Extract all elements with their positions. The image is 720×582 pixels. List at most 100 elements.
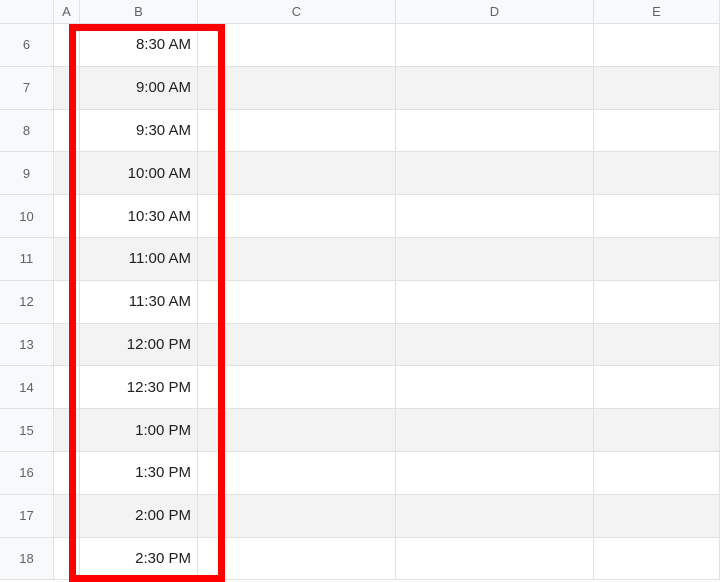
row-header-12[interactable]: 12: [0, 281, 54, 324]
column-header-B[interactable]: B: [80, 0, 198, 24]
cell-D17[interactable]: [396, 495, 594, 538]
cell-E15[interactable]: [594, 409, 720, 452]
cell-B10[interactable]: 10:30 AM: [80, 195, 198, 238]
cell-C7[interactable]: [198, 67, 396, 110]
cell-A8[interactable]: [54, 110, 80, 153]
cell-D10[interactable]: [396, 195, 594, 238]
cell-B6[interactable]: 8:30 AM: [80, 24, 198, 67]
cell-D15[interactable]: [396, 409, 594, 452]
cell-C6[interactable]: [198, 24, 396, 67]
cell-E11[interactable]: [594, 238, 720, 281]
cell-D16[interactable]: [396, 452, 594, 495]
cell-B13[interactable]: 12:00 PM: [80, 324, 198, 367]
row-header-14[interactable]: 14: [0, 366, 54, 409]
cell-E6[interactable]: [594, 24, 720, 67]
cell-D6[interactable]: [396, 24, 594, 67]
table-row: 18 2:30 PM: [0, 538, 720, 581]
cell-D7[interactable]: [396, 67, 594, 110]
cell-B15[interactable]: 1:00 PM: [80, 409, 198, 452]
table-row: 9 10:00 AM: [0, 152, 720, 195]
row-header-9[interactable]: 9: [0, 152, 54, 195]
cell-E13[interactable]: [594, 324, 720, 367]
cell-A16[interactable]: [54, 452, 80, 495]
cell-B18[interactable]: 2:30 PM: [80, 538, 198, 581]
cell-B12[interactable]: 11:30 AM: [80, 281, 198, 324]
cell-A13[interactable]: [54, 324, 80, 367]
cell-D18[interactable]: [396, 538, 594, 581]
row-header-15[interactable]: 15: [0, 409, 54, 452]
cell-C15[interactable]: [198, 409, 396, 452]
cell-A7[interactable]: [54, 67, 80, 110]
cell-E12[interactable]: [594, 281, 720, 324]
cell-D14[interactable]: [396, 366, 594, 409]
cell-E7[interactable]: [594, 67, 720, 110]
cell-D8[interactable]: [396, 110, 594, 153]
cell-A12[interactable]: [54, 281, 80, 324]
column-header-E[interactable]: E: [594, 0, 720, 24]
cell-D13[interactable]: [396, 324, 594, 367]
cell-A18[interactable]: [54, 538, 80, 581]
column-header-C[interactable]: C: [198, 0, 396, 24]
cell-E8[interactable]: [594, 110, 720, 153]
cell-E10[interactable]: [594, 195, 720, 238]
cell-A9[interactable]: [54, 152, 80, 195]
table-row: 12 11:30 AM: [0, 281, 720, 324]
cell-A15[interactable]: [54, 409, 80, 452]
cell-A14[interactable]: [54, 366, 80, 409]
cell-C9[interactable]: [198, 152, 396, 195]
cell-B7[interactable]: 9:00 AM: [80, 67, 198, 110]
table-row: 15 1:00 PM: [0, 409, 720, 452]
cell-C10[interactable]: [198, 195, 396, 238]
cell-A11[interactable]: [54, 238, 80, 281]
column-header-row: ABCDE: [0, 0, 720, 24]
table-row: 14 12:30 PM: [0, 366, 720, 409]
table-row: 16 1:30 PM: [0, 452, 720, 495]
cell-E16[interactable]: [594, 452, 720, 495]
cell-E14[interactable]: [594, 366, 720, 409]
spreadsheet-viewport: ABCDE 68:30 AM79:00 AM89:30 AM910:00 AM1…: [0, 0, 720, 581]
cell-C12[interactable]: [198, 281, 396, 324]
cell-C18[interactable]: [198, 538, 396, 581]
cell-B8[interactable]: 9:30 AM: [80, 110, 198, 153]
cell-D11[interactable]: [396, 238, 594, 281]
cell-D9[interactable]: [396, 152, 594, 195]
cell-B14[interactable]: 12:30 PM: [80, 366, 198, 409]
table-row: 10 10:30 AM: [0, 195, 720, 238]
row-header-13[interactable]: 13: [0, 324, 54, 367]
cell-C8[interactable]: [198, 110, 396, 153]
row-header-18[interactable]: 18: [0, 538, 54, 581]
column-header-D[interactable]: D: [396, 0, 594, 24]
row-header-17[interactable]: 17: [0, 495, 54, 538]
cell-B11[interactable]: 11:00 AM: [80, 238, 198, 281]
table-row: 7 9:00 AM: [0, 67, 720, 110]
grid-body: 6 8:30 AM 7 9:00 AM 8 9:30 AM 9 10:00 AM 10 10:30…: [0, 24, 720, 580]
row-header-10[interactable]: 10: [0, 195, 54, 238]
row-header-6[interactable]: 6: [0, 24, 54, 67]
cell-D12[interactable]: [396, 281, 594, 324]
cell-E17[interactable]: [594, 495, 720, 538]
cell-A6[interactable]: [54, 24, 80, 67]
cell-B17[interactable]: 2:00 PM: [80, 495, 198, 538]
cell-A10[interactable]: [54, 195, 80, 238]
table-row: 17 2:00 PM: [0, 495, 720, 538]
cell-B16[interactable]: 1:30 PM: [80, 452, 198, 495]
cell-E9[interactable]: [594, 152, 720, 195]
cell-A17[interactable]: [54, 495, 80, 538]
row-header-8[interactable]: 8: [0, 110, 54, 153]
table-row: 6 8:30 AM: [0, 24, 720, 67]
row-header-16[interactable]: 16: [0, 452, 54, 495]
table-row: 11 11:00 AM: [0, 238, 720, 281]
column-header-A[interactable]: A: [54, 0, 80, 24]
table-row: 8 9:30 AM: [0, 110, 720, 153]
cell-E18[interactable]: [594, 538, 720, 581]
row-header-11[interactable]: 11: [0, 238, 54, 281]
cell-C14[interactable]: [198, 366, 396, 409]
cell-C11[interactable]: [198, 238, 396, 281]
cell-C13[interactable]: [198, 324, 396, 367]
table-row: 13 12:00 PM: [0, 324, 720, 367]
cell-C16[interactable]: [198, 452, 396, 495]
cell-C17[interactable]: [198, 495, 396, 538]
row-header-7[interactable]: 7: [0, 67, 54, 110]
cell-B9[interactable]: 10:00 AM: [80, 152, 198, 195]
select-all-corner[interactable]: [0, 0, 54, 24]
